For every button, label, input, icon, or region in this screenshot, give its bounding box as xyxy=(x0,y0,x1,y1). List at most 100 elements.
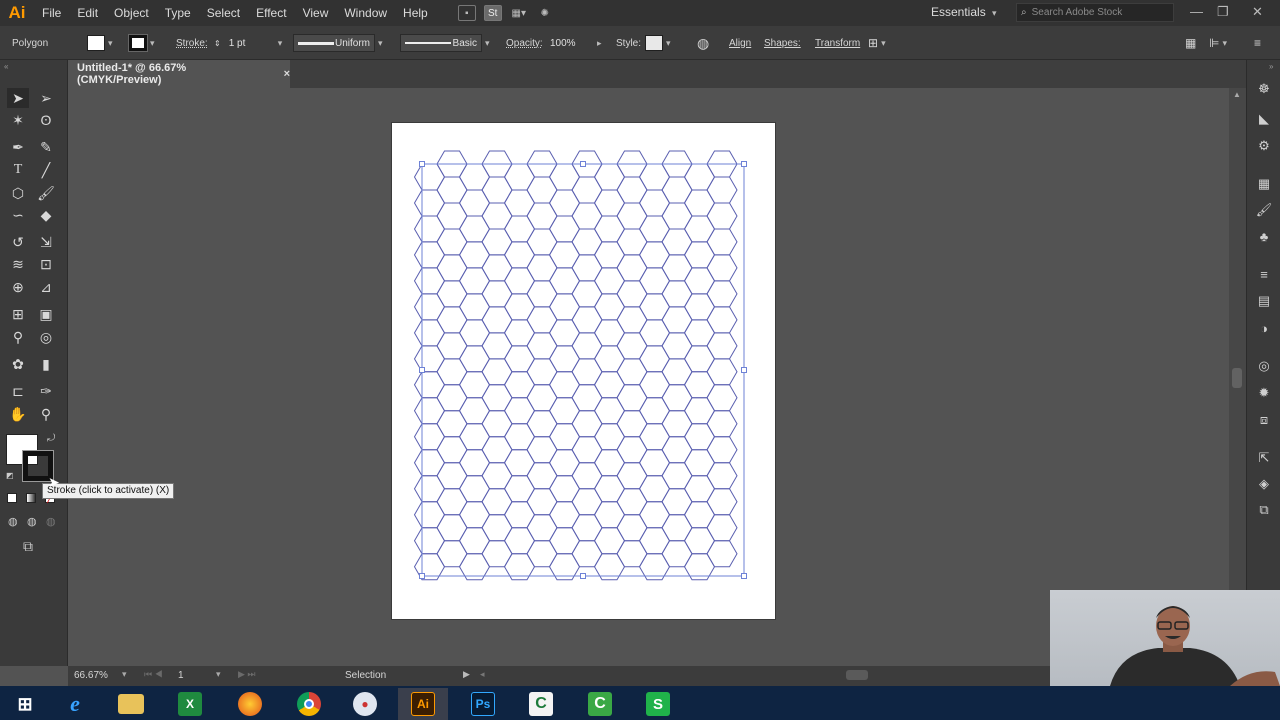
hexagon-cell[interactable] xyxy=(458,319,491,347)
hexagon-cell[interactable] xyxy=(593,501,626,529)
lasso-tool-icon[interactable]: ʘ xyxy=(35,110,57,130)
hexagon-cell[interactable] xyxy=(503,241,536,269)
document-tab[interactable]: Untitled-1* @ 66.67% (CMYK/Preview) × xyxy=(68,60,290,88)
hexagon-cell[interactable] xyxy=(616,254,648,282)
eyedropper-tool-icon[interactable]: ⚲ xyxy=(7,327,29,347)
draw-normal-icon[interactable]: ◍ xyxy=(8,515,18,528)
hexagon-cell[interactable] xyxy=(458,449,491,477)
hexagon-cell[interactable] xyxy=(436,410,468,438)
menu-effect[interactable]: Effect xyxy=(248,0,294,26)
hexagon-cell[interactable] xyxy=(548,449,581,477)
hand-tool-icon[interactable]: ✋ xyxy=(7,404,29,424)
taskbar-file-explorer[interactable] xyxy=(106,688,156,720)
hexagon-cell[interactable] xyxy=(638,501,671,529)
bounding-box-handle[interactable] xyxy=(419,573,425,579)
cc-libraries-icon[interactable]: ⚙ xyxy=(1255,137,1273,155)
arrange-documents-icon[interactable]: ▦▾ xyxy=(510,5,528,21)
hexagon-cell[interactable] xyxy=(548,345,581,373)
hexagon-cell[interactable] xyxy=(571,410,603,438)
hexagon-cell[interactable] xyxy=(413,215,446,243)
hexagon-cell[interactable] xyxy=(683,475,716,503)
align-panel-icon[interactable]: ⊫ ▾ xyxy=(1209,26,1227,60)
hexagon-cell[interactable] xyxy=(413,189,446,217)
hexagon-cell[interactable] xyxy=(503,215,536,243)
hexagon-cell[interactable] xyxy=(571,176,603,204)
hexagon-cell[interactable] xyxy=(638,267,671,295)
hexagon-cell[interactable] xyxy=(526,176,558,204)
hexagon-cell[interactable] xyxy=(481,306,513,334)
taskbar-illustrator[interactable]: Ai xyxy=(398,688,448,720)
hexagon-cell[interactable] xyxy=(593,189,626,217)
hexagon-cell[interactable] xyxy=(706,436,738,464)
opacity-control[interactable]: 100% ▸ xyxy=(546,26,602,60)
hexagon-cell[interactable] xyxy=(661,332,693,360)
brush-definition[interactable]: Basic ▾ xyxy=(400,26,490,60)
hexagon-cell[interactable] xyxy=(706,540,738,568)
gradient-tool-icon[interactable]: ▣ xyxy=(35,304,57,324)
hexagon-cell[interactable] xyxy=(706,358,738,386)
restore-icon[interactable]: ❐ xyxy=(1217,4,1229,20)
hexagon-cell[interactable] xyxy=(503,397,536,425)
hexagon-cell[interactable] xyxy=(526,202,558,230)
color-mode-icon[interactable] xyxy=(7,493,17,503)
hexagon-cell[interactable] xyxy=(413,423,446,451)
hexagon-grid[interactable] xyxy=(413,150,738,581)
hexagon-cell[interactable] xyxy=(526,384,558,412)
symbol-sprayer-tool-icon[interactable]: ✿ xyxy=(7,354,29,374)
hexagon-cell[interactable] xyxy=(593,163,626,191)
hexagon-cell[interactable] xyxy=(638,449,671,477)
screen-mode-icon[interactable]: ⧉ xyxy=(23,538,33,555)
hexagon-cell[interactable] xyxy=(413,475,446,503)
hexagon-cell[interactable] xyxy=(571,358,603,386)
hexagon-cell[interactable] xyxy=(593,319,626,347)
hexagon-cell[interactable] xyxy=(661,410,693,438)
shaper-tool-icon[interactable]: ∽ xyxy=(7,205,29,225)
hexagon-cell[interactable] xyxy=(661,436,693,464)
draw-behind-icon[interactable]: ◍ xyxy=(27,515,37,528)
hexagon-cell[interactable] xyxy=(683,163,716,191)
hexagon-cell[interactable] xyxy=(661,514,693,542)
hexagon-cell[interactable] xyxy=(548,189,581,217)
hexagon-cell[interactable] xyxy=(593,527,626,555)
hexagon-cell[interactable] xyxy=(593,397,626,425)
opacity-label[interactable]: Opacity: xyxy=(506,26,543,60)
hexagon-cell[interactable] xyxy=(706,280,738,308)
taskbar-chrome[interactable] xyxy=(284,688,334,720)
recolor-artwork-icon[interactable]: ◍ xyxy=(697,26,709,60)
scale-tool-icon[interactable]: ⇲ xyxy=(35,232,57,252)
hexagon-cell[interactable] xyxy=(616,358,648,386)
minimize-icon[interactable]: — xyxy=(1190,4,1203,19)
blend-tool-icon[interactable]: ◎ xyxy=(35,327,57,347)
taskbar-excel[interactable]: X xyxy=(165,688,215,720)
stroke-label[interactable]: Stroke: xyxy=(176,26,208,60)
bounding-box-handle[interactable] xyxy=(741,573,747,579)
swap-fill-stroke-icon[interactable]: ⤾ xyxy=(47,433,55,444)
hexagon-cell[interactable] xyxy=(683,449,716,477)
hexagon-cell[interactable] xyxy=(683,397,716,425)
hexagon-cell[interactable] xyxy=(661,254,693,282)
hexagon-cell[interactable] xyxy=(616,410,648,438)
hexagon-cell[interactable] xyxy=(436,332,468,360)
gradient-mode-icon[interactable] xyxy=(26,493,36,503)
hexagon-cell[interactable] xyxy=(706,254,738,282)
chevron-down-icon[interactable]: ▾ xyxy=(216,669,221,680)
hexagon-cell[interactable] xyxy=(638,397,671,425)
hexagon-cell[interactable] xyxy=(683,527,716,555)
hexagon-cell[interactable] xyxy=(683,501,716,529)
hexagon-cell[interactable] xyxy=(571,254,603,282)
hexagon-cell[interactable] xyxy=(458,267,491,295)
hexagon-cell[interactable] xyxy=(593,215,626,243)
taskbar-paint[interactable]: ● xyxy=(340,688,390,720)
bounding-box-handle[interactable] xyxy=(741,367,747,373)
brushes-panel-icon[interactable]: 🖌 xyxy=(1255,201,1273,219)
artboards-panel-icon[interactable]: ⧉ xyxy=(1255,501,1273,519)
stroke-swatch-control[interactable]: ▾ xyxy=(128,26,155,60)
layers-panel-icon[interactable]: ◈ xyxy=(1255,475,1273,493)
hexagon-cell[interactable] xyxy=(526,436,558,464)
stroke-weight-value[interactable]: 1 pt xyxy=(224,34,275,52)
hexagon-cell[interactable] xyxy=(683,241,716,269)
mesh-tool-icon[interactable]: ⊞ xyxy=(7,304,29,324)
hexagon-cell[interactable] xyxy=(481,540,513,568)
hexagon-cell[interactable] xyxy=(616,384,648,412)
hexagon-cell[interactable] xyxy=(593,371,626,399)
